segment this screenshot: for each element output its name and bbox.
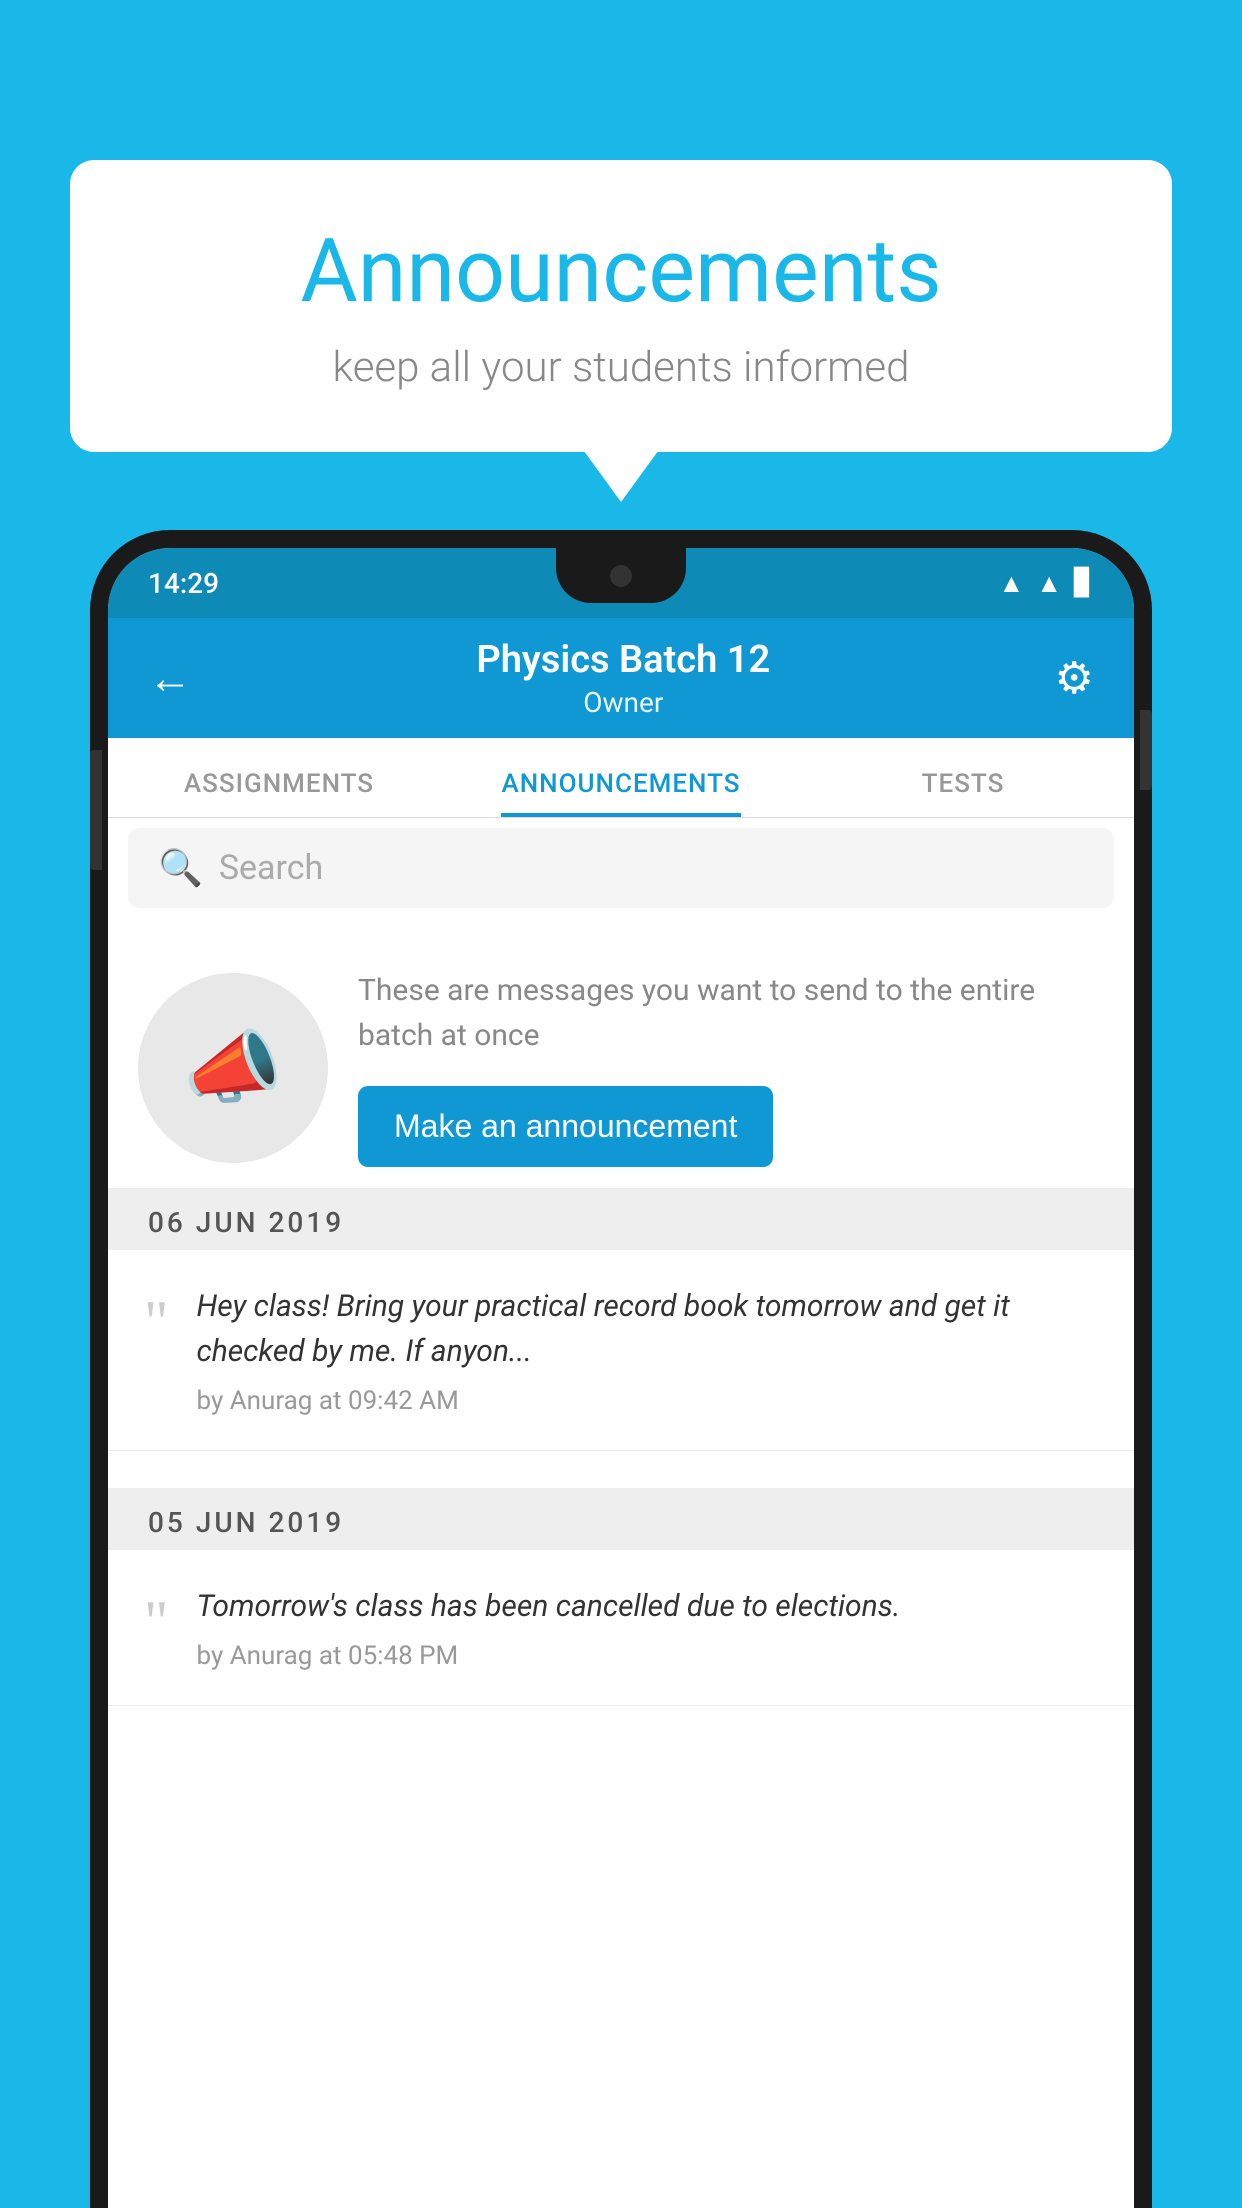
quote-icon-1: " [144, 1292, 169, 1352]
status-time: 14:29 [148, 567, 219, 600]
speech-bubble: Announcements keep all your students inf… [70, 160, 1172, 452]
tab-tests[interactable]: TESTS [792, 769, 1134, 817]
phone-side-button-right [1140, 710, 1152, 790]
announcement-content-1: Hey class! Bring your practical record b… [197, 1284, 1099, 1416]
search-placeholder: Search [219, 848, 323, 888]
bubble-title: Announcements [150, 220, 1092, 323]
date-label-1: 06 JUN 2019 [148, 1206, 344, 1239]
status-bar: 14:29 ▲ ▲ ▊ [108, 548, 1134, 618]
signal-icon: ▲ [1036, 568, 1062, 599]
phone-mockup: 14:29 ▲ ▲ ▊ ← Physics Batch 12 Owner ⚙ A… [90, 530, 1152, 2208]
search-bar[interactable]: 🔍 Search [128, 828, 1114, 908]
prompt-description: These are messages you want to send to t… [358, 968, 1104, 1058]
camera [610, 565, 632, 587]
tab-announcements[interactable]: ANNOUNCEMENTS [450, 769, 792, 817]
announcement-prompt: 📣 These are messages you want to send to… [108, 928, 1134, 1208]
megaphone-circle: 📣 [138, 973, 328, 1163]
announcement-text-1: Hey class! Bring your practical record b… [197, 1284, 1099, 1374]
tabs-container: ASSIGNMENTS ANNOUNCEMENTS TESTS [108, 738, 1134, 818]
date-section-1: 06 JUN 2019 [108, 1188, 1134, 1257]
wifi-icon: ▲ [999, 568, 1025, 599]
announcement-item-1[interactable]: " Hey class! Bring your practical record… [108, 1250, 1134, 1451]
phone-screen: 14:29 ▲ ▲ ▊ ← Physics Batch 12 Owner ⚙ A… [108, 548, 1134, 2208]
prompt-right: These are messages you want to send to t… [358, 968, 1104, 1167]
settings-icon[interactable]: ⚙ [1055, 652, 1094, 704]
search-icon: 🔍 [158, 847, 203, 889]
bubble-subtitle: keep all your students informed [150, 343, 1092, 392]
announcement-text-2: Tomorrow's class has been cancelled due … [197, 1584, 1099, 1629]
announcement-meta-2: by Anurag at 05:48 PM [197, 1641, 1099, 1671]
tab-assignments[interactable]: ASSIGNMENTS [108, 769, 450, 817]
announcement-meta-1: by Anurag at 09:42 AM [197, 1386, 1099, 1416]
phone-side-button-left [90, 750, 102, 870]
date-section-2: 05 JUN 2019 [108, 1488, 1134, 1557]
back-button[interactable]: ← [148, 652, 192, 704]
make-announcement-button[interactable]: Make an announcement [358, 1086, 773, 1167]
announcement-content-2: Tomorrow's class has been cancelled due … [197, 1584, 1099, 1671]
quote-icon-2: " [144, 1592, 169, 1652]
role-label: Owner [476, 686, 770, 719]
status-icons: ▲ ▲ ▊ [999, 568, 1094, 599]
battery-icon: ▊ [1074, 568, 1094, 598]
megaphone-icon: 📣 [183, 1021, 283, 1115]
batch-title: Physics Batch 12 [476, 638, 770, 682]
notch [556, 548, 686, 603]
app-header: ← Physics Batch 12 Owner ⚙ [108, 618, 1134, 738]
announcement-item-2[interactable]: " Tomorrow's class has been cancelled du… [108, 1550, 1134, 1706]
speech-bubble-container: Announcements keep all your students inf… [70, 160, 1172, 452]
date-label-2: 05 JUN 2019 [148, 1506, 344, 1539]
header-center: Physics Batch 12 Owner [476, 638, 770, 719]
